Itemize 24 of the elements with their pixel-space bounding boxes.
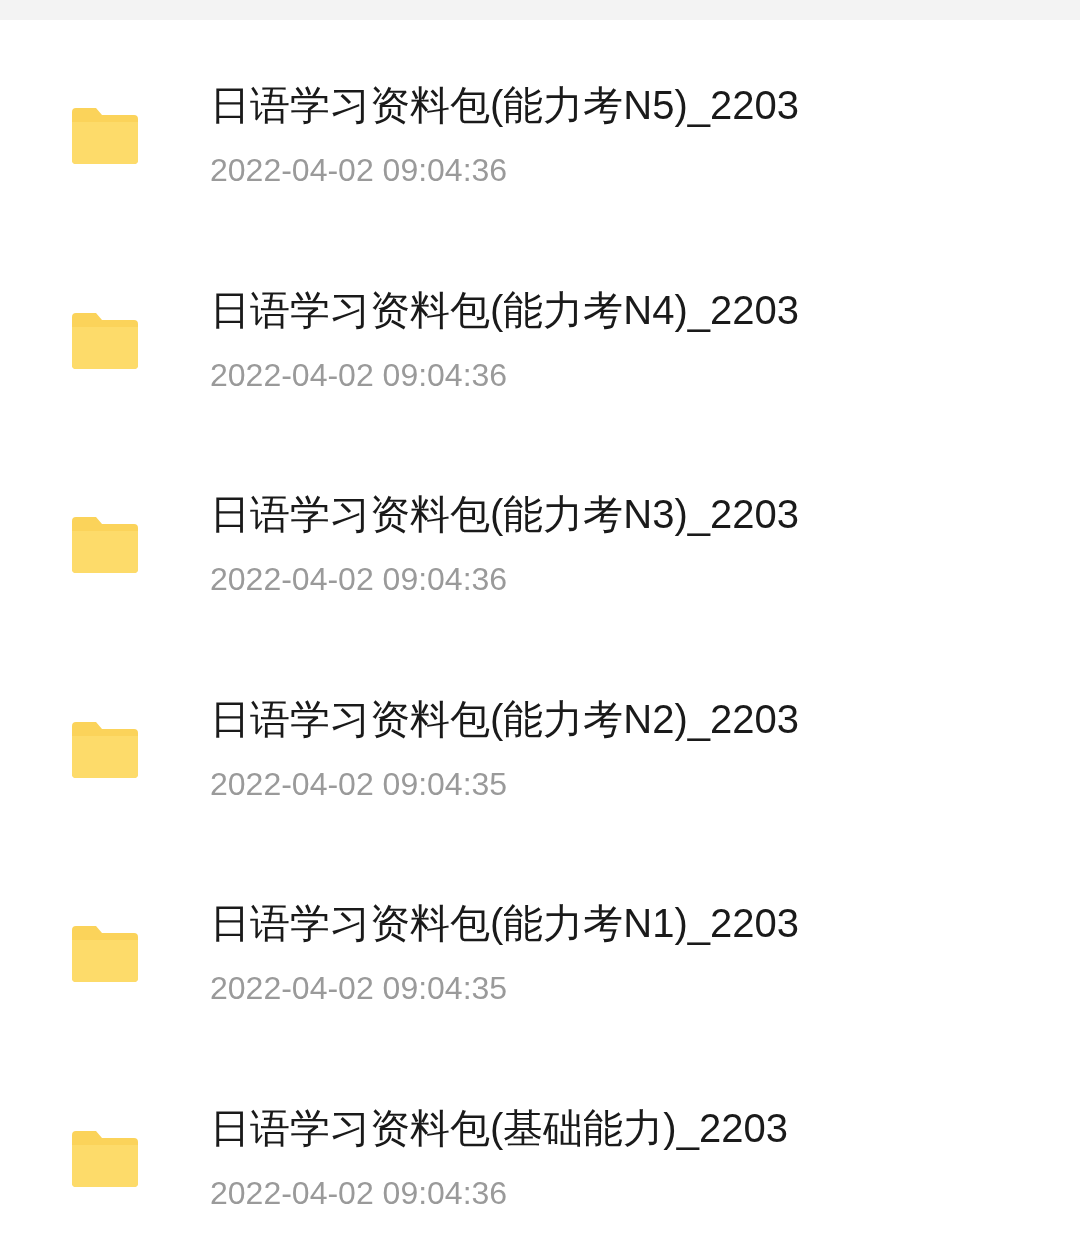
folder-icon: [72, 108, 138, 164]
folder-icon: [72, 1130, 138, 1187]
folder-name: 日语学习资料包(能力考N4)_2203: [210, 286, 799, 334]
folder-icon: [72, 721, 138, 778]
folder-icon: [72, 312, 138, 369]
file-row[interactable]: 日语学习资料包(能力考N1)_2203 2022-04-02 09:04:35: [0, 838, 1080, 1043]
folder-name: 日语学习资料包(基础能力)_2203: [210, 1104, 788, 1152]
modified-date: 2022-04-02 09:04:35: [210, 969, 508, 1008]
modified-date: 2022-04-02 09:04:36: [210, 1173, 508, 1213]
modified-date: 2022-04-02 09:04:36: [210, 560, 508, 599]
file-row[interactable]: 日语学习资料包(基础能力)_2203 2022-04-02 09:04:36: [0, 1042, 1080, 1247]
folder-name: 日语学习资料包(能力考N5)_2203: [210, 82, 799, 129]
folder-name: 日语学习资料包(能力考N2)_2203: [210, 695, 799, 743]
folder-icon: [72, 517, 138, 573]
file-row[interactable]: 日语学习资料包(能力考N4)_2203 2022-04-02 09:04:36: [0, 224, 1080, 429]
folder-name: 日语学习资料包(能力考N1)_2203: [210, 900, 799, 947]
modified-date: 2022-04-02 09:04:36: [210, 355, 508, 395]
modified-date: 2022-04-02 09:04:35: [210, 764, 508, 804]
modified-date: 2022-04-02 09:04:36: [210, 151, 508, 190]
file-row[interactable]: 日语学习资料包(能力考N3)_2203 2022-04-02 09:04:36: [0, 429, 1080, 634]
file-row[interactable]: 日语学习资料包(能力考N5)_2203 2022-04-02 09:04:36: [0, 20, 1080, 225]
folder-name: 日语学习资料包(能力考N3)_2203: [210, 491, 799, 538]
file-row[interactable]: 日语学习资料包(能力考N2)_2203 2022-04-02 09:04:35: [0, 633, 1080, 838]
folder-icon: [72, 926, 138, 982]
